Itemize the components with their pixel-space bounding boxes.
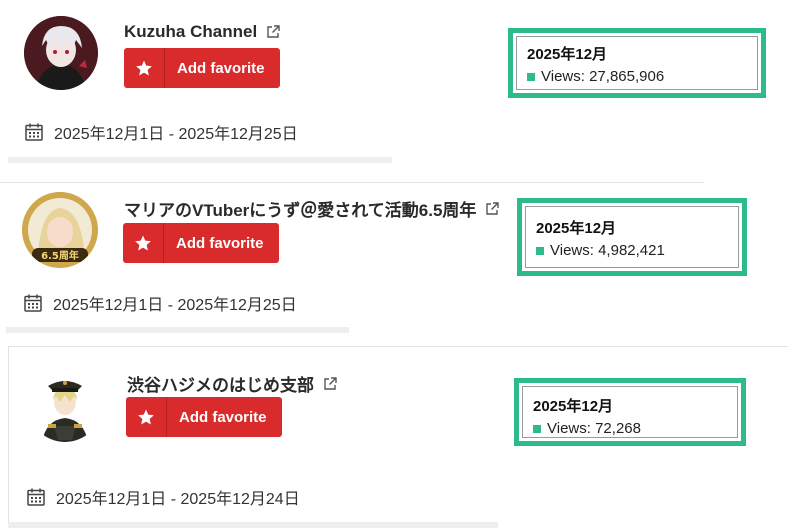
calendar-icon	[26, 487, 46, 507]
series-square-icon	[536, 246, 544, 255]
channel-name-link[interactable]: マリアのVTuberにうず＠愛されて活動6.5周年	[124, 196, 500, 221]
date-range: 2025年12月1日 - 2025年12月25日	[24, 120, 298, 144]
avatar-badge: 6.5周年	[41, 249, 79, 262]
views-value: 4,982,421	[598, 242, 665, 259]
series-square-icon	[533, 424, 541, 433]
channel-name[interactable]: マリアのVTuberにうず＠愛されて活動6.5周年	[124, 196, 476, 221]
views-value: 27,865,906	[589, 68, 665, 85]
calendar-icon	[23, 293, 43, 313]
views-stats-box: 2025年12月 Views: 4,982,421	[517, 198, 747, 276]
channel-card-maria: 6.5周年 マリアのVTuberにうず＠愛されて活動6.5周年 Add favo…	[0, 182, 788, 342]
views-stats-box: 2025年12月 Views: 72,268	[514, 378, 746, 446]
date-range-text: 2025年12月1日 - 2025年12月25日	[53, 297, 297, 314]
channel-card-kuzuha: Kuzuha Channel Add favorite 2025年12月1日 -…	[0, 0, 788, 170]
add-favorite-label: Add favorite	[176, 234, 264, 252]
row-separator	[8, 157, 392, 163]
channel-avatar[interactable]: 6.5周年	[22, 192, 98, 268]
series-square-icon	[527, 72, 535, 81]
add-favorite-label: Add favorite	[179, 408, 267, 426]
row-separator	[8, 522, 498, 528]
star-icon	[123, 223, 164, 263]
channel-name[interactable]: 渋谷ハジメのはじめ支部	[127, 371, 314, 396]
channel-avatar[interactable]	[24, 16, 98, 90]
views-value: 72,268	[595, 420, 641, 437]
views-row: Views: 72,268	[533, 420, 727, 437]
stats-month: 2025年12月	[527, 46, 608, 63]
add-favorite-label: Add favorite	[177, 59, 265, 77]
views-label: Views:	[547, 420, 591, 437]
channel-name-link[interactable]: Kuzuha Channel	[124, 22, 281, 42]
external-link-icon[interactable]	[322, 376, 338, 392]
views-stats-box: 2025年12月 Views: 27,865,906	[508, 28, 766, 98]
views-row: Views: 4,982,421	[536, 242, 728, 259]
date-range: 2025年12月1日 - 2025年12月24日	[26, 485, 300, 509]
channel-name[interactable]: Kuzuha Channel	[124, 22, 257, 42]
channel-name-link[interactable]: 渋谷ハジメのはじめ支部	[127, 371, 338, 396]
channel-avatar[interactable]	[28, 368, 102, 442]
views-label: Views:	[550, 242, 594, 259]
date-range: 2025年12月1日 - 2025年12月25日	[23, 291, 297, 315]
add-favorite-button[interactable]: Add favorite	[123, 223, 279, 263]
channel-card-hajime: 渋谷ハジメのはじめ支部 Add favorite 2025年12月1日 - 20…	[0, 346, 788, 528]
external-link-icon[interactable]	[265, 24, 281, 40]
views-row: Views: 27,865,906	[527, 68, 747, 85]
add-favorite-button[interactable]: Add favorite	[126, 397, 282, 437]
add-favorite-button[interactable]: Add favorite	[124, 48, 280, 88]
external-link-icon[interactable]	[484, 201, 500, 217]
views-label: Views:	[541, 68, 585, 85]
stats-month: 2025年12月	[533, 398, 614, 415]
star-icon	[126, 397, 167, 437]
date-range-text: 2025年12月1日 - 2025年12月24日	[56, 491, 300, 508]
date-range-text: 2025年12月1日 - 2025年12月25日	[54, 126, 298, 143]
star-icon	[124, 48, 165, 88]
stats-month: 2025年12月	[536, 220, 617, 237]
calendar-icon	[24, 122, 44, 142]
row-separator	[6, 327, 349, 333]
